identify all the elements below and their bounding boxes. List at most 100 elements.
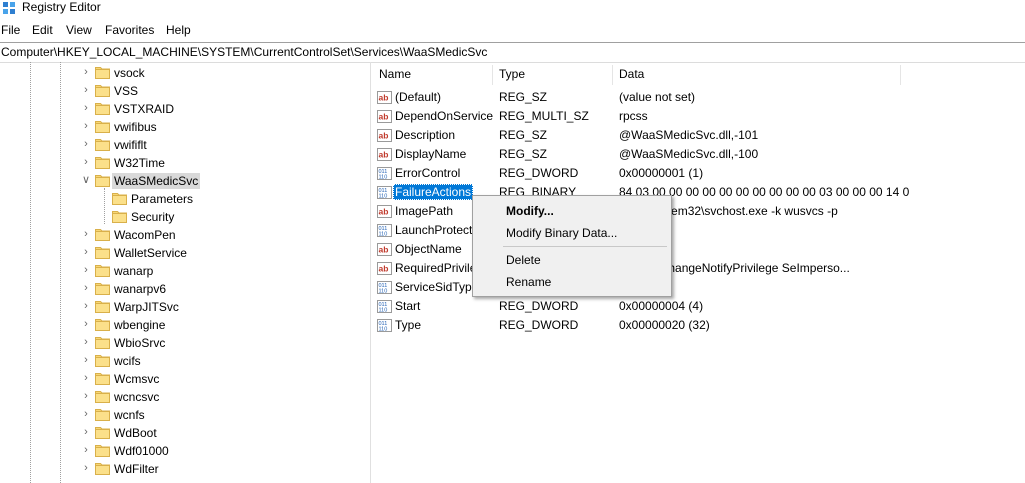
value-row[interactable]: ab (Default) REG_SZ (value not set)	[371, 88, 1025, 107]
svg-text:ab: ab	[379, 264, 389, 274]
tree-item[interactable]: › wcncsvc	[0, 388, 369, 406]
string-value-icon: ab	[377, 91, 392, 104]
tree-item[interactable]: › wanarpv6	[0, 280, 369, 298]
tree-item[interactable]: › VSTXRAID	[0, 100, 369, 118]
value-row[interactable]: 011 110 ErrorControl REG_DWORD 0x00000001 (1…	[371, 164, 1025, 183]
menu-view[interactable]: View	[66, 23, 92, 37]
tree-item[interactable]: Security	[0, 208, 369, 226]
menu-edit[interactable]: Edit	[32, 23, 53, 37]
value-row[interactable]: ab ImagePath oot%\system32\svchost.exe -k …	[371, 202, 1025, 221]
folder-icon	[95, 299, 110, 313]
expand-chevron-icon[interactable]: ›	[80, 372, 92, 384]
tree-item[interactable]: › wbengine	[0, 316, 369, 334]
expand-chevron-icon[interactable]: ›	[80, 426, 92, 438]
value-type: REG_DWORD	[499, 299, 579, 313]
expand-chevron-icon[interactable]: ›	[80, 84, 92, 96]
folder-icon	[95, 227, 110, 241]
value-name: DisplayName	[395, 147, 467, 161]
tree-item[interactable]: Parameters	[0, 190, 369, 208]
key-tree-pane[interactable]: › vsock › VSS › VSTXRAID › vwifibus › vwififlt › W3…	[0, 62, 369, 483]
expand-chevron-icon[interactable]: ›	[80, 408, 92, 420]
tree-item-label: VSS	[114, 84, 139, 98]
value-row[interactable]: ab DisplayName REG_SZ @WaaSMedicSvc.dll,-10…	[371, 145, 1025, 164]
expand-chevron-icon[interactable]: ›	[80, 390, 92, 402]
column-header-data[interactable]: Data	[619, 62, 644, 86]
column-header-name[interactable]: Name	[379, 62, 411, 86]
expand-chevron-icon[interactable]: ›	[80, 444, 92, 456]
address-bar[interactable]: Computer\HKEY_LOCAL_MACHINE\SYSTEM\Curre…	[0, 42, 1025, 63]
value-name: (Default)	[395, 90, 442, 104]
value-row[interactable]: ab RequiredPrivile lege SeChangeNotifyPriv…	[371, 259, 1025, 278]
expand-chevron-icon[interactable]: ›	[80, 318, 92, 330]
tree-item[interactable]: › wanarp	[0, 262, 369, 280]
value-row[interactable]: 011 110 FailureActions REG_BINARY 84 03 00 0…	[371, 183, 1025, 202]
expand-chevron-icon[interactable]: ›	[80, 228, 92, 240]
column-divider[interactable]	[900, 65, 901, 85]
tree-item[interactable]: › vsock	[0, 64, 369, 82]
column-header-type[interactable]: Type	[499, 62, 525, 86]
value-name: LaunchProtect	[395, 223, 473, 237]
value-name: DependOnService	[395, 109, 494, 123]
tree-item[interactable]: › vwififlt	[0, 136, 369, 154]
expand-chevron-icon[interactable]: ›	[80, 66, 92, 78]
expand-chevron-icon[interactable]: ›	[80, 264, 92, 276]
menu-separator	[503, 246, 667, 247]
tree-item[interactable]: › WarpJITSvc	[0, 298, 369, 316]
svg-text:ab: ab	[379, 245, 389, 255]
tree-item[interactable]: › WalletService	[0, 244, 369, 262]
value-row[interactable]: 011110LaunchProtect02 (2)	[371, 221, 1025, 240]
expand-chevron-icon[interactable]: ›	[80, 336, 92, 348]
value-row[interactable]: 011 110 Start REG_DWORD 0x00000004 (4)	[371, 297, 1025, 316]
tree-item[interactable]: › wcifs	[0, 352, 369, 370]
expand-chevron-icon[interactable]: ›	[80, 138, 92, 150]
expand-chevron-icon[interactable]: ›	[80, 354, 92, 366]
tree-item[interactable]: ∨ WaaSMedicSvc	[0, 172, 369, 190]
expand-chevron-icon[interactable]: ›	[80, 282, 92, 294]
expand-chevron-icon[interactable]: ›	[80, 102, 92, 114]
tree-item[interactable]: › WacomPen	[0, 226, 369, 244]
expand-chevron-icon[interactable]: ›	[80, 120, 92, 132]
tree-item[interactable]: › vwifibus	[0, 118, 369, 136]
menu-file[interactable]: File	[1, 23, 20, 37]
binary-value-icon: 011 110	[377, 167, 392, 181]
value-name: ServiceSidType	[395, 280, 479, 294]
folder-icon	[95, 155, 110, 169]
folder-icon	[95, 353, 110, 367]
tree-item[interactable]: › W32Time	[0, 154, 369, 172]
tree-item[interactable]: › Wdf01000	[0, 442, 369, 460]
address-path[interactable]: Computer\HKEY_LOCAL_MACHINE\SYSTEM\Curre…	[1, 45, 487, 59]
value-row[interactable]: abObjectNameem	[371, 240, 1025, 259]
expand-chevron-icon[interactable]: ›	[80, 246, 92, 258]
values-pane[interactable]: Name Type Data ab (Default) REG_SZ (value n…	[371, 62, 1025, 483]
expand-chevron-icon[interactable]: ›	[80, 462, 92, 474]
tree-item[interactable]: › VSS	[0, 82, 369, 100]
delete-menu-item[interactable]: Delete	[473, 249, 671, 271]
tree-item[interactable]: › WdBoot	[0, 424, 369, 442]
column-divider[interactable]	[612, 65, 613, 85]
tree-item-label: WarpJITSvc	[114, 300, 179, 314]
tree-item[interactable]: › wcnfs	[0, 406, 369, 424]
modify-binary-data-menu-item[interactable]: Modify Binary Data...	[473, 222, 671, 244]
menu-item-label: Delete	[506, 253, 541, 267]
tree-item[interactable]: › WdFilter	[0, 460, 369, 478]
value-name: ErrorControl	[395, 166, 461, 180]
value-row[interactable]: 011110ServiceSidType01 (1)	[371, 278, 1025, 297]
modify-menu-item[interactable]: Modify...	[473, 200, 671, 222]
menu-item-label: Modify...	[506, 204, 554, 218]
svg-text:ab: ab	[379, 93, 389, 103]
menu-favorites[interactable]: Favorites	[105, 23, 154, 37]
tree-item[interactable]: › WbioSrvc	[0, 334, 369, 352]
tree-item[interactable]: › Wcmsvc	[0, 370, 369, 388]
value-row[interactable]: ab DependOnService REG_MULTI_SZ rpcss	[371, 107, 1025, 126]
collapse-chevron-icon[interactable]: ∨	[80, 174, 92, 186]
tree-item-label: wanarp	[114, 264, 154, 278]
value-row[interactable]: ab Description REG_SZ @WaaSMedicSvc.dll,-10…	[371, 126, 1025, 145]
expand-chevron-icon[interactable]: ›	[80, 156, 92, 168]
menu-help[interactable]: Help	[166, 23, 191, 37]
tree-item-label: W32Time	[114, 156, 165, 170]
column-divider[interactable]	[492, 65, 493, 85]
value-row[interactable]: 011 110 Type REG_DWORD 0x00000020 (32)	[371, 316, 1025, 335]
folder-icon	[95, 137, 110, 151]
expand-chevron-icon[interactable]: ›	[80, 300, 92, 312]
rename-menu-item[interactable]: Rename	[473, 271, 671, 293]
